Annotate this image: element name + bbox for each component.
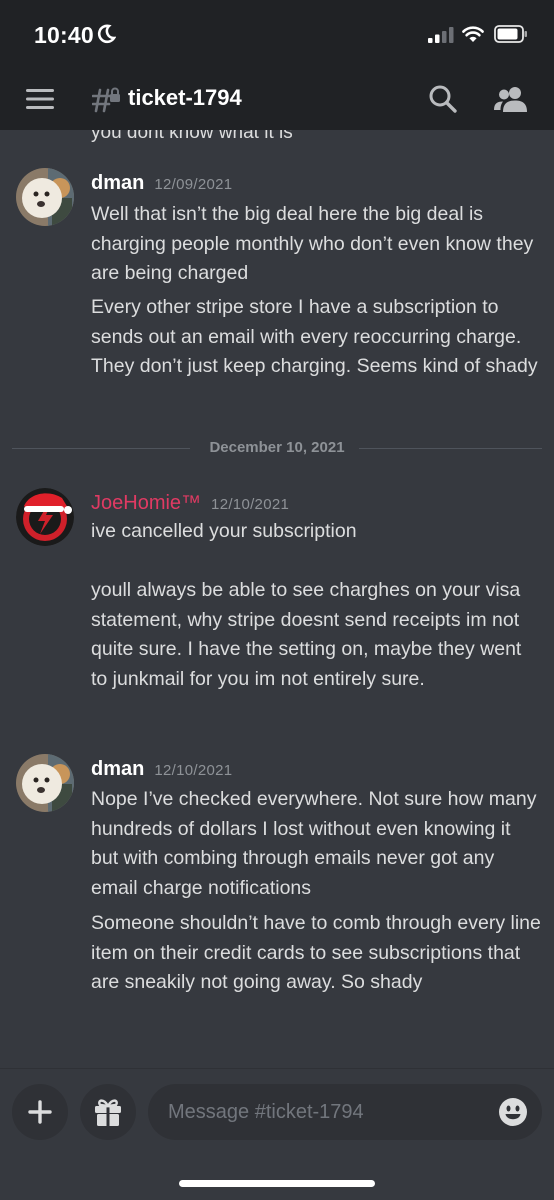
message-header: dman 12/10/2021 xyxy=(91,758,232,781)
battery-icon xyxy=(494,25,527,43)
author-name[interactable]: dman xyxy=(91,172,144,194)
gift-button[interactable] xyxy=(80,1084,136,1140)
status-bar: 10:40 xyxy=(0,0,554,70)
message-text: Someone shouldn’t have to comb through e… xyxy=(91,912,541,993)
locked-channel-icon xyxy=(92,87,120,113)
message-text: Nope I’ve checked everywhere. Not sure h… xyxy=(91,788,537,899)
moon-icon xyxy=(97,24,116,44)
hamburger-icon[interactable] xyxy=(26,88,54,110)
channel-header: ticket-1794 xyxy=(0,70,554,130)
message-text: ive cancelled your subscription xyxy=(91,520,357,542)
avatar[interactable] xyxy=(16,168,74,226)
status-time: 10:40 xyxy=(34,22,94,48)
author-name[interactable]: JoeHomie™ xyxy=(91,492,201,514)
date-divider: December 10, 2021 xyxy=(12,438,542,458)
message-input-wrapper xyxy=(148,1084,542,1140)
clipped-message-text: you dont know what it is xyxy=(91,130,293,143)
message-timestamp: 12/10/2021 xyxy=(211,496,290,513)
message-text: Well that isn’t the big deal here the bi… xyxy=(91,203,534,284)
emoji-icon[interactable] xyxy=(498,1097,528,1127)
attach-button[interactable] xyxy=(12,1084,68,1140)
wifi-icon xyxy=(462,26,484,42)
message-header: JoeHomie™ 12/10/2021 xyxy=(91,492,289,515)
message-list[interactable]: you dont know what it is dman 12/09/2021 … xyxy=(0,130,554,1068)
avatar[interactable] xyxy=(16,488,74,546)
message-input[interactable] xyxy=(168,1084,488,1140)
message-timestamp: 12/10/2021 xyxy=(154,762,233,779)
search-icon[interactable] xyxy=(428,84,458,114)
channel-name: ticket-1794 xyxy=(128,85,242,110)
home-indicator xyxy=(179,1180,375,1187)
message-header: dman 12/09/2021 xyxy=(91,172,232,195)
date-divider-label: December 10, 2021 xyxy=(209,439,345,456)
gift-icon xyxy=(95,1099,121,1126)
message-text: Every other stripe store I have a subscr… xyxy=(91,296,538,377)
plus-icon xyxy=(28,1100,52,1124)
message-text: youll always be able to see charghes on … xyxy=(91,579,522,690)
message-composer xyxy=(0,1068,554,1200)
members-icon[interactable] xyxy=(494,86,528,112)
author-name[interactable]: dman xyxy=(91,758,144,780)
message-timestamp: 12/09/2021 xyxy=(154,176,233,193)
signal-icon xyxy=(428,27,454,43)
avatar[interactable] xyxy=(16,754,74,812)
